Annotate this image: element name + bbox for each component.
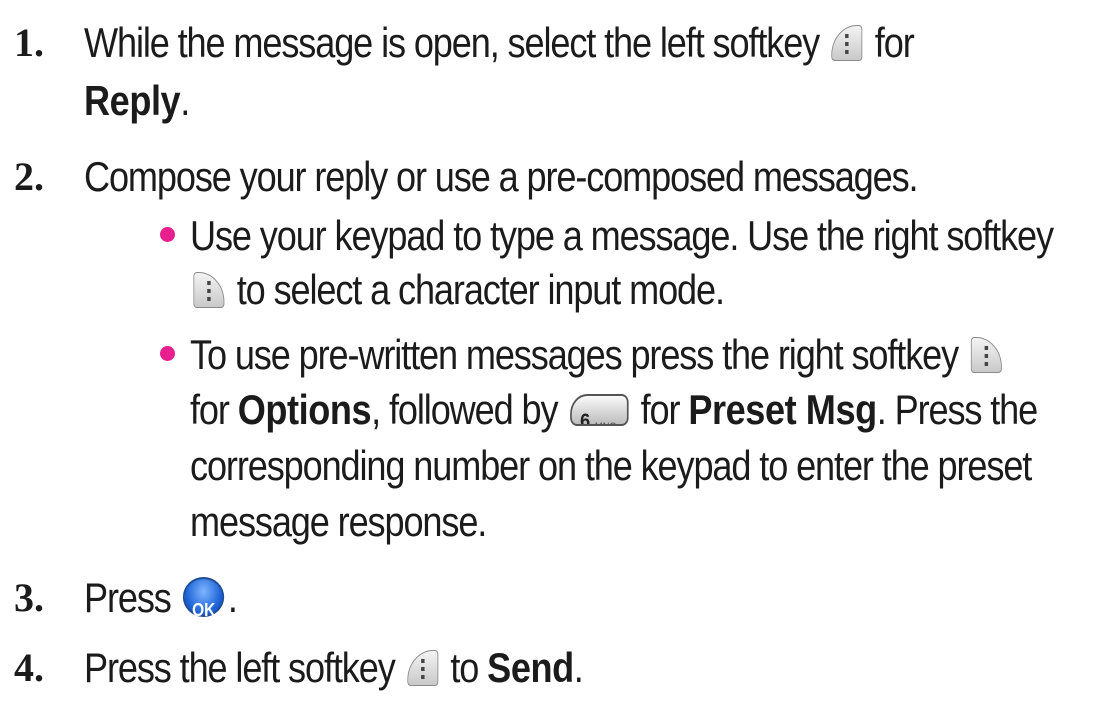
bullet-2-for-2: for (640, 386, 681, 433)
step-1-line-2: Reply. (84, 76, 190, 126)
ok-key-icon: OK (183, 576, 225, 620)
step-3-press: Press (84, 574, 172, 621)
bullet-2-line-3: corresponding number on the keypad to en… (190, 442, 1032, 489)
send-term: Send (487, 644, 574, 691)
options-term: Options (237, 386, 372, 433)
key-6-letters: MNO (595, 402, 617, 424)
step-1-for: for (874, 19, 915, 66)
step-3-number: 3. (14, 575, 44, 620)
bullet-1-line-2: to select a character input mode. (190, 265, 725, 315)
step-1-line-1: While the message is open, select the le… (84, 18, 915, 68)
bullet-2-line-1: To use pre-written messages press the ri… (190, 330, 1005, 380)
bullet-2-press-the: . Press the (876, 386, 1038, 433)
instruction-list: 1. While the message is open, select the… (0, 0, 1101, 704)
step-1-period: . (180, 77, 190, 124)
key-6-number: 6 (580, 409, 591, 426)
step-2-number: 2. (14, 154, 44, 199)
key-6-mno-icon: 6 MNO (569, 393, 629, 426)
bullet-1-text-2: to select a character input mode. (236, 266, 725, 313)
bullet-dot (160, 346, 175, 361)
bullet-2-line-4: message response. (190, 498, 487, 545)
bullet-2-for: for (190, 386, 230, 433)
step-4-number: 4. (14, 645, 44, 690)
left-softkey-icon (407, 649, 438, 686)
bullet-1-line-1: Use your keypad to type a message. Use t… (190, 212, 1054, 259)
ok-key-label: OK (192, 599, 216, 620)
preset-msg-term: Preset Msg (688, 386, 877, 433)
step-1-text: While the message is open, select the le… (84, 19, 820, 66)
step-4-period: . (573, 644, 584, 691)
bullet-2-followed: , followed by (371, 386, 558, 433)
reply-term: Reply (84, 77, 181, 124)
step-3-period: . (227, 574, 238, 621)
step-2-text: Compose your reply or use a pre-composed… (84, 153, 919, 200)
step-3-line: Press OK. (84, 573, 238, 623)
step-4-line: Press the left softkey to Send. (84, 643, 584, 693)
left-softkey-icon (831, 24, 863, 61)
bullet-2-text-1: To use pre-written messages press the ri… (190, 331, 959, 378)
bullet-2-line-2: for Options, followed by 6 MNO for Prese… (190, 385, 1038, 435)
step-4-text: Press the left softkey (84, 644, 396, 691)
right-softkey-icon (970, 336, 1002, 373)
bullet-dot (160, 227, 175, 242)
step-4-to: to (450, 644, 479, 691)
step-1-number: 1. (14, 20, 44, 65)
right-softkey-icon (193, 271, 225, 308)
